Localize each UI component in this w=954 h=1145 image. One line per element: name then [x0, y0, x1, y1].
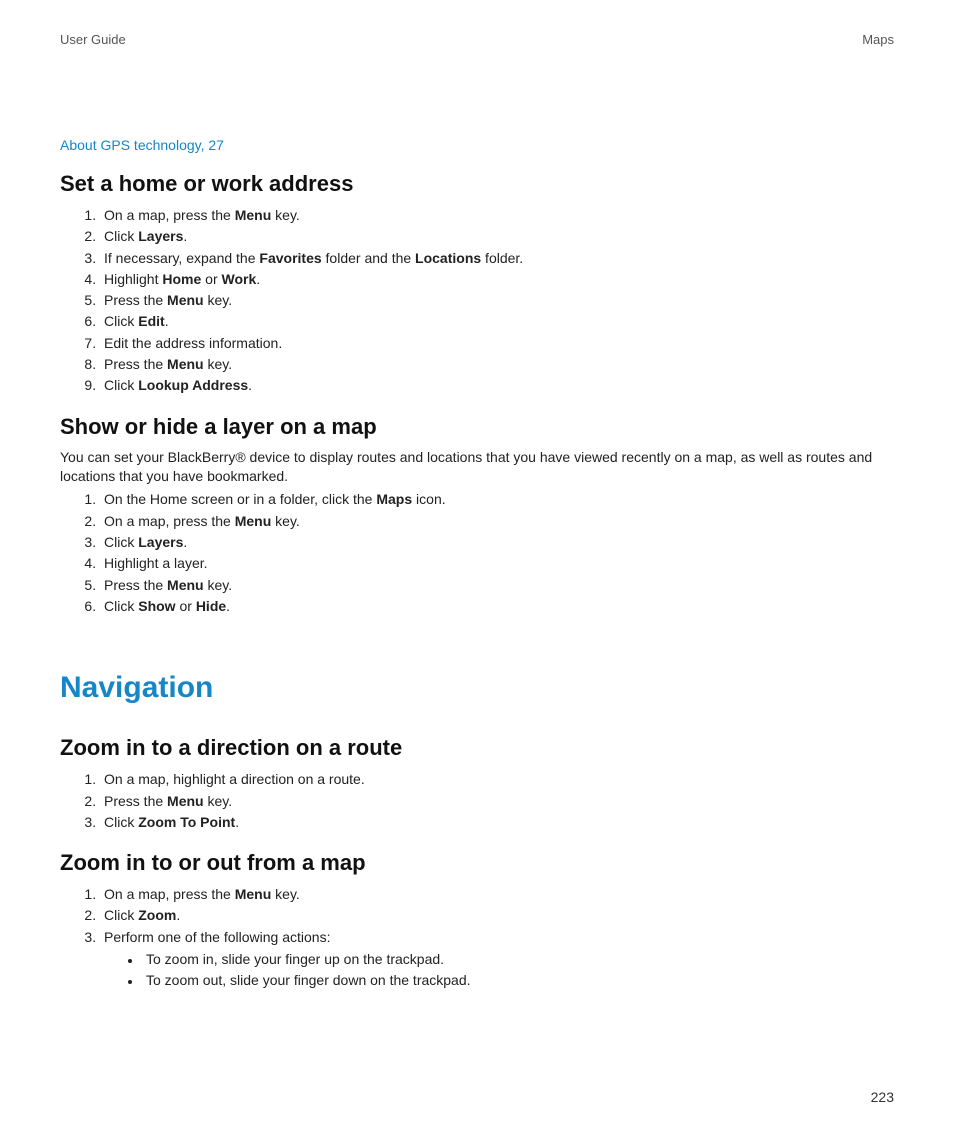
page-number: 223	[871, 1089, 894, 1105]
list-item: On a map, highlight a direction on a rou…	[100, 769, 894, 789]
list-item: Press the Menu key.	[100, 290, 894, 310]
list-item: To zoom out, slide your finger down on t…	[142, 970, 894, 990]
list-item: To zoom in, slide your finger up on the …	[142, 949, 894, 969]
steps-zoom-map: On a map, press the Menu key.Click Zoom.…	[60, 884, 894, 990]
list-item: Press the Menu key.	[100, 791, 894, 811]
chapter-navigation: Navigation	[60, 671, 894, 705]
heading-zoom-direction: Zoom in to a direction on a route	[60, 735, 894, 761]
list-item: Click Show or Hide.	[100, 596, 894, 616]
list-item: Click Zoom To Point.	[100, 812, 894, 832]
list-item: On a map, press the Menu key.	[100, 205, 894, 225]
list-item: Highlight a layer.	[100, 553, 894, 573]
steps-set-address: On a map, press the Menu key.Click Layer…	[60, 205, 894, 396]
list-item: Highlight Home or Work.	[100, 269, 894, 289]
heading-set-address: Set a home or work address	[60, 171, 894, 197]
list-item: Click Lookup Address.	[100, 375, 894, 395]
list-item: Edit the address information.	[100, 333, 894, 353]
steps-show-hide-layer: On the Home screen or in a folder, click…	[60, 489, 894, 616]
heading-show-hide-layer: Show or hide a layer on a map	[60, 414, 894, 440]
list-item: Click Layers.	[100, 532, 894, 552]
list-item: Press the Menu key.	[100, 575, 894, 595]
page: User Guide Maps About GPS technology, 27…	[0, 0, 954, 1145]
heading-zoom-map: Zoom in to or out from a map	[60, 850, 894, 876]
list-item: If necessary, expand the Favorites folde…	[100, 248, 894, 268]
list-item: Press the Menu key.	[100, 354, 894, 374]
list-item: Click Zoom.	[100, 905, 894, 925]
list-item: On the Home screen or in a folder, click…	[100, 489, 894, 509]
list-item: Click Layers.	[100, 226, 894, 246]
list-item: On a map, press the Menu key.	[100, 511, 894, 531]
steps-zoom-direction: On a map, highlight a direction on a rou…	[60, 769, 894, 832]
list-item: On a map, press the Menu key.	[100, 884, 894, 904]
list-item: Perform one of the following actions:To …	[100, 927, 894, 991]
header-right: Maps	[862, 32, 894, 47]
page-header: User Guide Maps	[60, 32, 894, 47]
sub-actions-zoom: To zoom in, slide your finger up on the …	[104, 949, 894, 991]
header-left: User Guide	[60, 32, 126, 47]
list-item: Click Edit.	[100, 311, 894, 331]
intro-show-hide-layer: You can set your BlackBerry® device to d…	[60, 448, 894, 486]
ref-link-gps[interactable]: About GPS technology, 27	[60, 137, 894, 153]
